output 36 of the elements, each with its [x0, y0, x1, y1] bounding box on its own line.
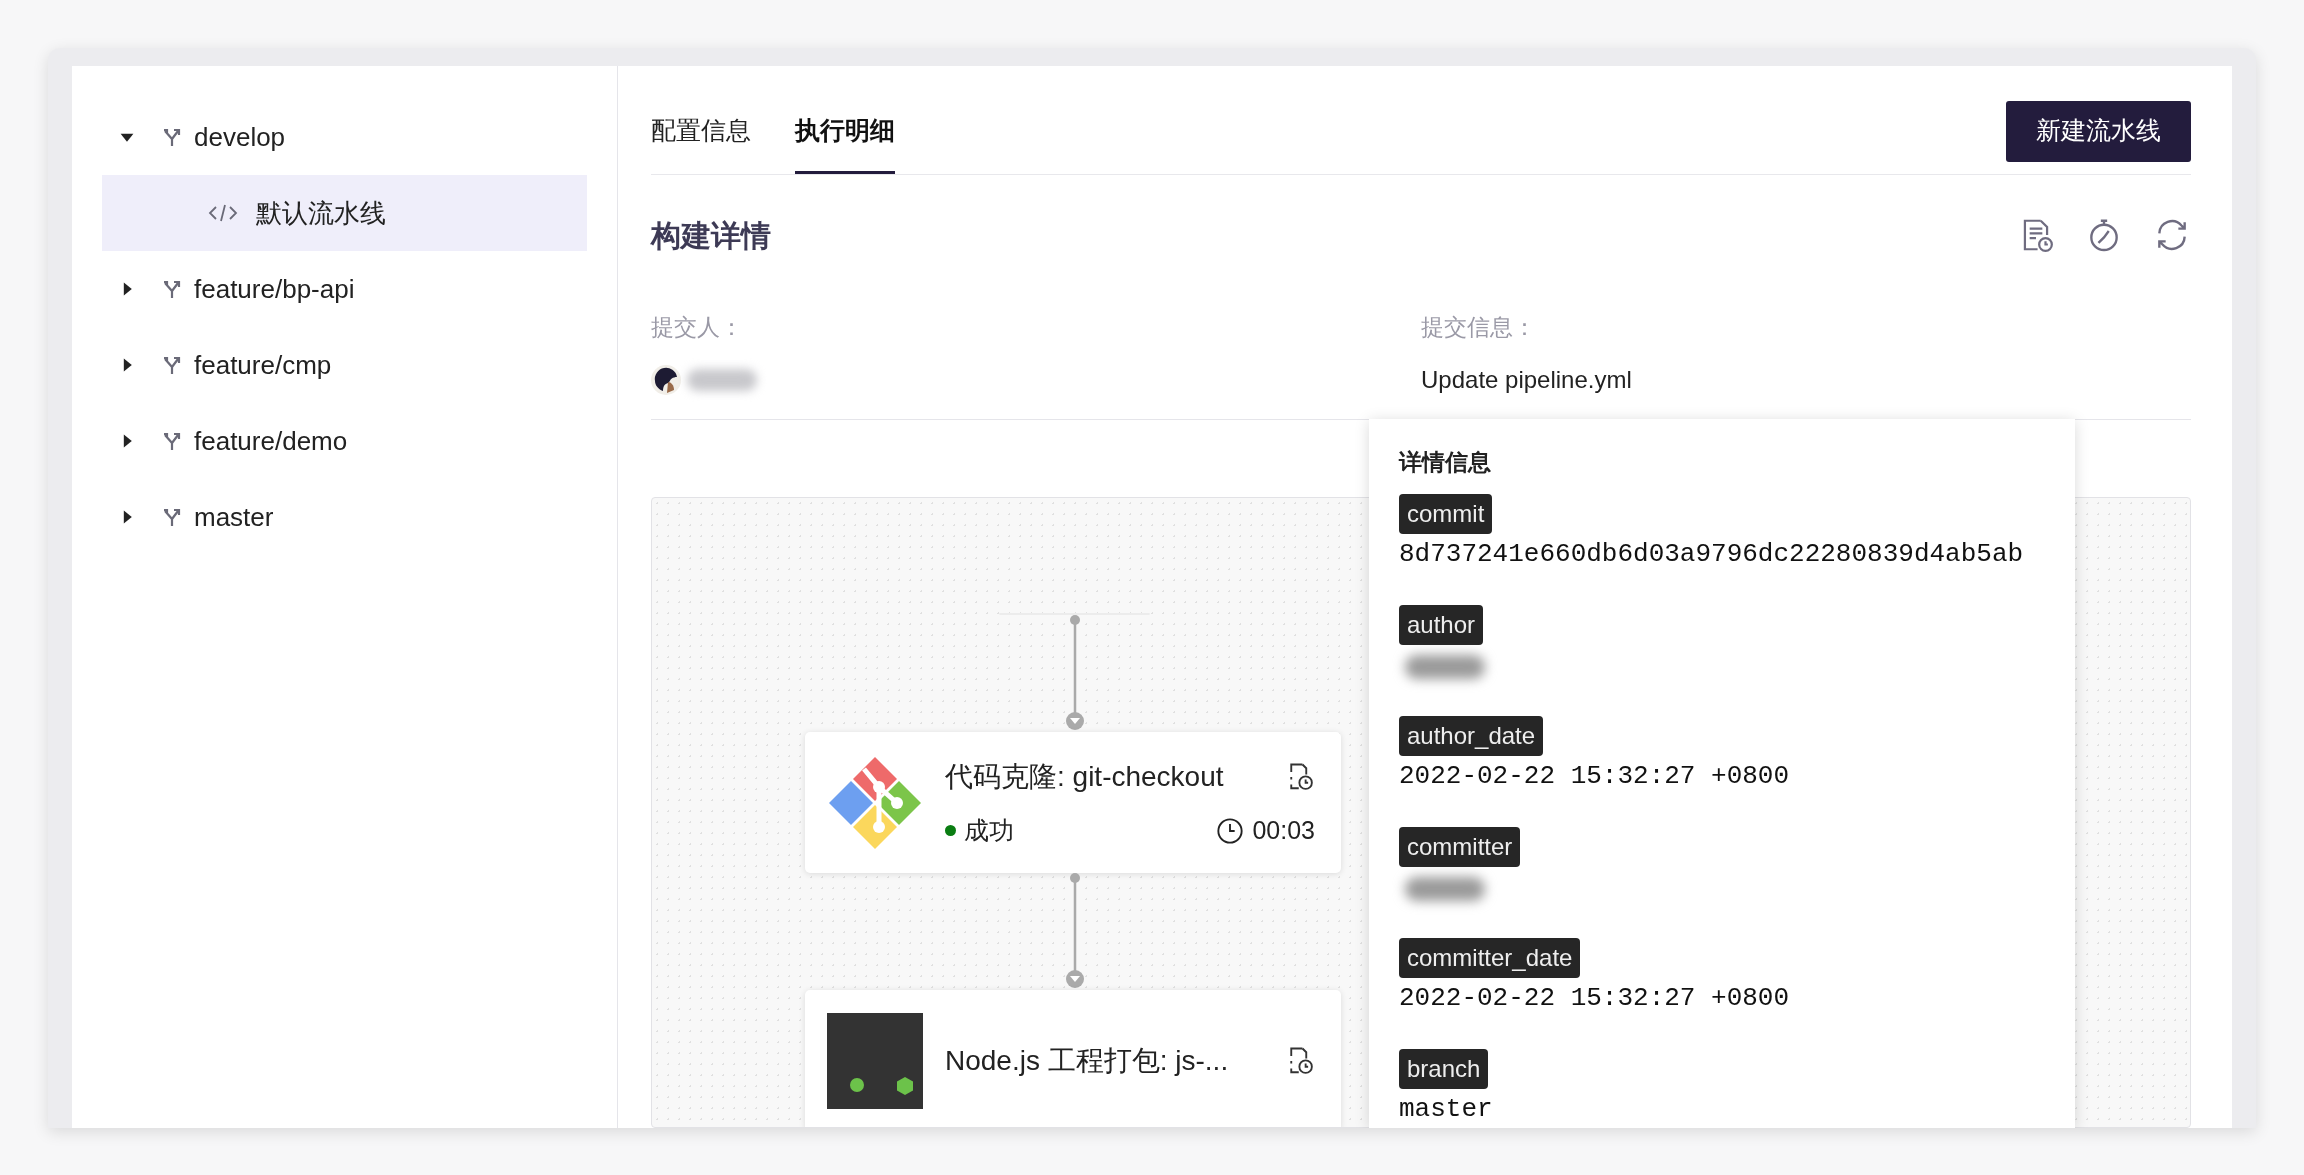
key-tag: branch — [1399, 1048, 1489, 1089]
branch-label: feature/cmp — [194, 348, 332, 382]
key-tag: committer_date — [1399, 937, 1581, 978]
field-label: 提交信息： — [1421, 313, 1537, 342]
tree-item[interactable]: master — [102, 479, 587, 555]
tree-item[interactable]: feature/demo — [102, 403, 587, 479]
commit-message: Update pipeline.yml — [1421, 364, 1632, 395]
branch-label: develop — [194, 120, 286, 154]
key-tag: committer — [1399, 826, 1521, 867]
field-value: 2022-02-22 15:32:27 +0800 — [1399, 981, 1790, 1015]
branch-label: feature/demo — [194, 424, 348, 458]
tree-item[interactable]: 默认流水线 — [102, 175, 587, 251]
field-value: 8d737241e660db6d03a9796dc22280839d4ab5ab — [1399, 537, 2024, 571]
tree-item[interactable]: feature/bp-api — [102, 251, 587, 327]
tree-item[interactable]: develop — [102, 99, 587, 175]
step-title: Node.js 工程打包: js-... — [945, 1043, 1229, 1078]
duration: 00:03 — [1252, 814, 1315, 846]
step-title: 代码克隆: git-checkout — [945, 759, 1224, 794]
step-card[interactable]: 代码克隆: git-checkout 成功 00:03 — [805, 732, 1341, 873]
key-tag: commit — [1399, 493, 1493, 534]
popover-title: 详情信息 — [1399, 448, 1492, 477]
branch-label: feature/bp-api — [194, 272, 355, 306]
field-label: 提交人： — [651, 313, 744, 342]
key-tag: author — [1399, 604, 1484, 645]
status-text: 成功 — [964, 814, 1014, 846]
new-pipeline-button[interactable]: 新建流水线 — [2006, 100, 2191, 162]
tab[interactable]: 配置信息 — [651, 66, 751, 174]
branch-label: master — [194, 500, 274, 534]
section-title: 构建详情 — [651, 217, 771, 254]
tree-item[interactable]: feature/cmp — [102, 327, 587, 403]
pipeline-label: 默认流水线 — [256, 196, 386, 230]
key-tag: author_date — [1399, 715, 1544, 756]
field-value: master — [1399, 1092, 1493, 1126]
tab[interactable]: 执行明细 — [795, 66, 895, 174]
step-card[interactable]: Node.js 工程打包: js-... — [805, 990, 1341, 1127]
field-value: 2022-02-22 15:32:27 +0800 — [1399, 759, 1790, 793]
